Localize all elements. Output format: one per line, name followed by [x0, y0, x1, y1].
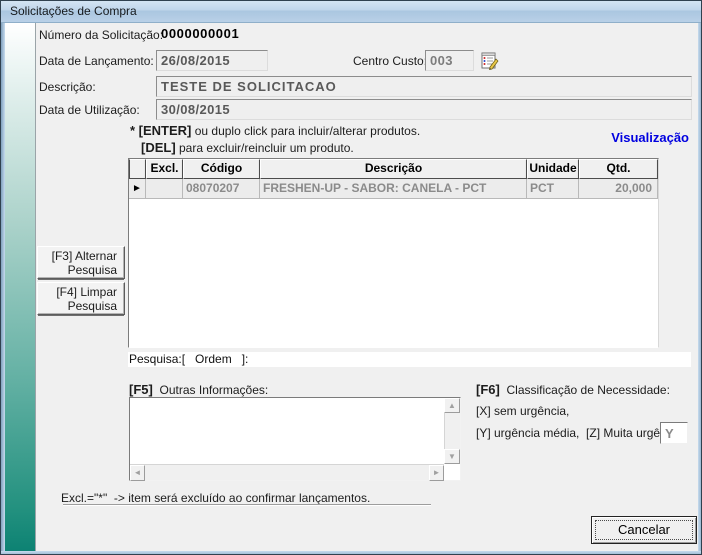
centro-custo-label: Centro Custo:	[353, 54, 427, 68]
excl-footer-note: Excl.="*" -> item será excluído ao confi…	[61, 491, 370, 505]
scroll-right-icon[interactable]: ►	[429, 465, 444, 481]
titlebar[interactable]: Solicitações de Compra	[1, 1, 702, 23]
instruction-del-text: para excluir/reincluir um produto.	[176, 141, 354, 155]
f3-alternar-pesquisa-button[interactable]: [F3] Alternar Pesquisa	[37, 246, 125, 279]
row-cell-descricao[interactable]: FRESHEN-UP - SABOR: CANELA - PCT	[260, 179, 527, 199]
row-cell-excl[interactable]	[146, 179, 183, 199]
footer-divider	[63, 504, 431, 506]
f3-button-line1: [F3] Alternar	[38, 249, 117, 263]
memo-vertical-scrollbar[interactable]: ▲ ▼	[444, 398, 460, 464]
f6-label-text: Classificação de Necessidade:	[500, 383, 670, 397]
centro-custo-field[interactable]: 003	[425, 50, 474, 71]
row-cell-qtd[interactable]: 20,000	[579, 179, 658, 199]
products-grid[interactable]: Excl. Código Descrição Unidade Qtd. ► 08…	[128, 158, 659, 348]
grid-header-excl[interactable]: Excl.	[146, 159, 183, 179]
scroll-down-icon[interactable]: ▼	[444, 449, 460, 464]
numero-solicitacao-label: Número da Solicitação:	[39, 28, 163, 42]
window-title: Solicitações de Compra	[10, 4, 137, 18]
teal-gradient-strip	[5, 23, 36, 551]
instruction-enter-text: ou duplo click para incluir/alterar prod…	[191, 124, 420, 138]
grid-header-descricao[interactable]: Descrição	[260, 159, 527, 179]
memo-horizontal-scrollbar[interactable]: ◄ ►	[130, 464, 444, 480]
scroll-left-icon[interactable]: ◄	[130, 465, 145, 481]
pesquisa-status-bar: Pesquisa:[ Ordem ]:	[128, 352, 691, 367]
grid-header-row: Excl. Código Descrição Unidade Qtd.	[129, 159, 658, 179]
outras-informacoes-textarea[interactable]: ▲ ▼ ◄ ►	[129, 397, 461, 481]
centro-custo-lookup-icon[interactable]	[478, 50, 500, 71]
instruction-star: *	[130, 123, 139, 138]
descricao-field[interactable]: TESTE DE SOLICITACAO	[156, 76, 692, 97]
purchase-request-window: Solicitações de Compra Número da Solicit…	[0, 0, 702, 555]
f6-label: [F6] Classificação de Necessidade:	[476, 382, 670, 397]
cancel-button[interactable]: Cancelar	[591, 516, 697, 544]
row-indicator-icon: ►	[129, 179, 146, 199]
grid-header-indicator	[129, 159, 146, 179]
row-cell-codigo[interactable]: 08070207	[183, 179, 260, 199]
visualizacao-link[interactable]: Visualização	[589, 130, 689, 145]
f5-key: [F5]	[129, 382, 153, 397]
classificacao-input[interactable]	[660, 422, 688, 444]
f4-limpar-pesquisa-button[interactable]: [F4] Limpar Pesquisa	[37, 282, 125, 315]
instruction-enter: * [ENTER] ou duplo click para incluir/al…	[130, 123, 420, 138]
data-utilizacao-label: Data de Utilização:	[39, 103, 140, 117]
numero-solicitacao-value: 0000000001	[161, 26, 239, 41]
grid-header-codigo[interactable]: Código	[183, 159, 260, 179]
descricao-label: Descrição:	[39, 80, 96, 94]
f6-option-x: [X] sem urgência,	[476, 404, 569, 418]
grid-data-row[interactable]: ► 08070207 FRESHEN-UP - SABOR: CANELA - …	[129, 179, 658, 199]
f6-key: [F6]	[476, 382, 500, 397]
memo-text-area[interactable]	[131, 399, 443, 463]
f3-button-line2: Pesquisa	[38, 263, 117, 277]
row-cell-unidade[interactable]: PCT	[527, 179, 579, 199]
window-border-bottom	[1, 551, 702, 555]
data-lancamento-field[interactable]: 26/08/2015	[156, 50, 268, 71]
scroll-up-icon[interactable]: ▲	[444, 398, 460, 413]
data-lancamento-label: Data de Lançamento:	[39, 54, 154, 68]
f4-button-line2: Pesquisa	[38, 299, 117, 313]
instruction-del-key: [DEL]	[141, 140, 176, 155]
f6-option-yz: [Y] urgência média, [Z] Muita urgência:	[476, 426, 685, 440]
f5-label-text: Outras Informações:	[153, 383, 268, 397]
grid-header-qtd[interactable]: Qtd.	[579, 159, 658, 179]
f5-label: [F5] Outras Informações:	[129, 382, 268, 397]
grid-header-unidade[interactable]: Unidade	[527, 159, 579, 179]
instruction-enter-key: [ENTER]	[139, 123, 192, 138]
f4-button-line1: [F4] Limpar	[38, 285, 117, 299]
instruction-del: [DEL] para excluir/reincluir um produto.	[141, 140, 354, 155]
window-border-right	[698, 23, 702, 552]
data-utilizacao-field[interactable]: 30/08/2015	[156, 99, 692, 120]
lookup-notepad-icon	[478, 50, 500, 71]
